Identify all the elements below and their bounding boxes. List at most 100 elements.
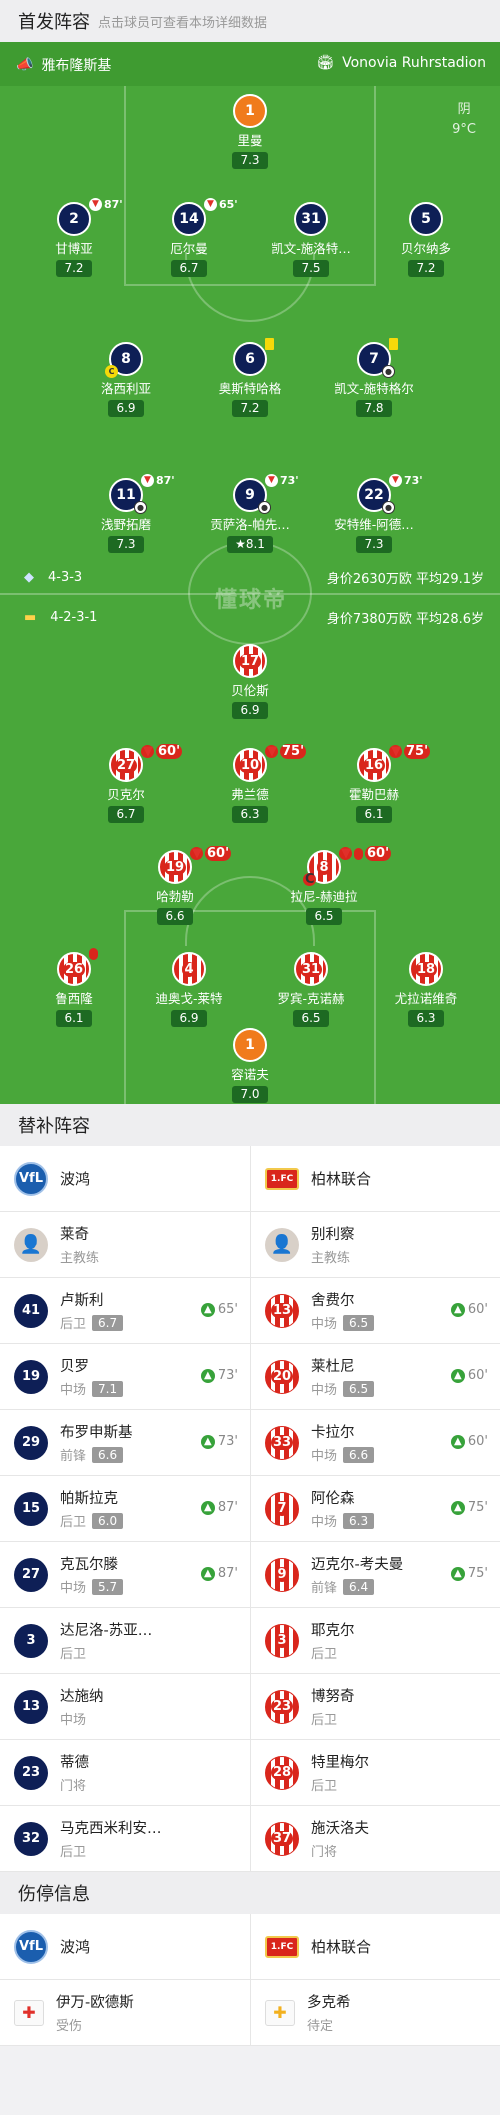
home-sub-player[interactable]: 32 马克西米利安… 后卫 [0,1806,250,1871]
sub-in-time: ▲ 65' [200,1302,238,1317]
player-position: 中场 [60,1713,87,1728]
sub-out-icon: ▼ [190,846,203,861]
player-rating: 6.1 [56,1010,92,1027]
pitch: 📣 雅布隆斯基 🏟 Vonovia Ruhrstadion 阴 9°C 懂球帝 ◆ 4… [0,42,500,1104]
sub-in-minute: 75' [467,1566,488,1581]
player-name: 莱杜尼 [311,1359,355,1375]
medical-kit-icon: ✚ [14,1999,44,2026]
away-sub-player[interactable]: 28 特里梅尔 后卫 [250,1740,500,1805]
sub-in-icon: ▲ [450,1302,465,1317]
player-position: 后卫 [311,1713,338,1728]
player-away-4[interactable]: 4 迪奥戈-莱特 6.9 [129,952,249,1027]
injury-home[interactable]: ✚ 伊万-欧德斯 受伤 [0,1980,250,2045]
shirt-number: 27 [114,757,138,773]
player-home-gk[interactable]: 1 里曼 7.3 [190,94,310,169]
player-away-gk[interactable]: 1 容诺夫 7.0 [190,1028,310,1103]
sub-in-time: ▲ 87' [200,1500,238,1515]
player-home-14[interactable]: 14 ▼ 65' 厄尔曼 6.7 [129,198,249,277]
player-home-2[interactable]: 2 ▼ 87' 甘博亚 7.2 [14,198,134,277]
home-sub-player[interactable]: 27 克瓦尔滕 中场 5.7 ▲ 87' [0,1542,250,1607]
player-name: 尤拉诺维奇 [394,991,458,1006]
home-sub-player[interactable]: 3 达尼洛-苏亚… 后卫 [0,1608,250,1673]
home-sub-player[interactable]: 15 帕斯拉克 后卫 6.0 ▲ 87' [0,1476,250,1541]
away-sub-player[interactable]: 9 迈克尔-考夫曼 前锋 6.4 ▲ 75' [250,1542,500,1607]
home-sub-player[interactable]: 29 布罗申斯基 前锋 6.6 ▲ 73' [0,1410,250,1475]
home-sub-player[interactable]: 19 贝罗 中场 7.1 ▲ 73' [0,1344,250,1409]
away-sub-player[interactable]: 23 博努奇 后卫 [250,1674,500,1739]
player-home-6[interactable]: 6 奥斯特哈格 7.2 [190,338,310,417]
shirt-number: 22 [364,487,384,503]
sub-out-icon: ▼ [389,474,402,487]
shirt-number-text: 9 [275,1567,289,1582]
home-avg-age: 平均29.1岁 [416,572,484,587]
home-sub-player[interactable]: 23 蒂德 门将 [0,1740,250,1805]
medical-kit-icon: ✚ [265,1999,295,2026]
shirt-number: 1 [233,1028,267,1062]
away-sub-player[interactable]: 33 卡拉尔 中场 6.6 ▲ 60' [250,1410,500,1475]
yellow-card-icon [389,338,398,350]
sub-in-icon: ▲ [200,1566,215,1581]
shirt-number: 11 [116,487,136,503]
sub-out-icon: ▼ [339,846,352,861]
shirt-number: 37 [265,1821,299,1856]
home-value: 身价2630万欧 [326,572,412,587]
sub-row: 32 马克西米利安… 后卫 37 施沃洛夫 门将 [0,1806,500,1872]
player-home-8[interactable]: 8C 洛西利亚 6.9 [66,342,186,417]
player-home-22[interactable]: 22 ▼ 73' ● 安特维-阿德… 7.3 [314,474,434,553]
away-sub-player[interactable]: 7 阿伦森 中场 6.3 ▲ 75' [250,1476,500,1541]
player-home-9[interactable]: 9 ▼ 73' ● 贡萨洛-帕先… ★8.1 [190,474,310,553]
home-coach[interactable]: 👤 莱奇 主教练 [0,1212,250,1277]
player-name: 施沃洛夫 [311,1821,369,1837]
player-name: 卡拉尔 [311,1425,355,1441]
shirt-number: 8 [317,859,331,875]
player-home-7[interactable]: 7 ● 凯文-施特格尔 7.8 [314,338,434,417]
player-rating: 6.0 [92,1512,124,1529]
away-crest-icon: ▬ [24,610,37,625]
shirt-number: 32 [14,1821,48,1856]
stadium-bar: 📣 雅布隆斯基 🏟 Vonovia Ruhrstadion [0,42,500,86]
home-sub-player[interactable]: 41 卢斯利 后卫 6.7 ▲ 65' [0,1278,250,1343]
player-rating: 7.2 [232,400,268,417]
away-sub-player[interactable]: 20 莱杜尼 中场 6.5 ▲ 60' [250,1344,500,1409]
away-sub-player[interactable]: 13 舍费尔 中场 6.5 ▲ 60' [250,1278,500,1343]
shirt-number: 9 [265,1557,299,1592]
player-away-18[interactable]: 18 尤拉诺维奇 6.3 [366,952,486,1027]
yellow-card-icon [354,847,363,860]
player-name: 罗宾-克诺赫 [277,991,345,1006]
coach-row: 👤 莱奇 主教练 👤 别利察 主教练 [0,1212,500,1278]
player-rating: 6.3 [408,1010,444,1027]
sub-minute: 60' [156,744,183,759]
player-away-31[interactable]: 31 罗宾-克诺赫 6.5 [251,952,371,1027]
player-away-16[interactable]: 16 ▼ 75' 霍勒巴赫 6.1 [314,744,434,823]
player-home-11[interactable]: 11 ▼ 87' ● 浅野拓磨 7.3 [66,474,186,553]
shirt-number: 8 [121,351,131,367]
injuries-list: VfL 波鸿 1.FC 柏林联合 ✚ 伊万-欧德斯 受伤 ✚ 多克希 待定 [0,1914,500,2046]
player-home-5[interactable]: 5 贝尔纳多 7.2 [366,202,486,277]
sub-row: 23 蒂德 门将 28 特里梅尔 后卫 [0,1740,500,1806]
player-position: 后卫 [60,1647,87,1662]
bochum-crest-icon: VfL [14,1161,48,1196]
shirt-number: 9 [245,487,255,503]
sub-out-icon: ▼ [204,198,217,211]
injured-player-name: 多克希 [307,1995,351,2011]
sub-minute: 60' [365,846,392,861]
player-away-27[interactable]: 27 ▼ 60' 贝克尔 6.7 [66,744,186,823]
player-name: 厄尔曼 [170,241,208,256]
away-coach[interactable]: 👤 别利察 主教练 [250,1212,500,1277]
player-away-10[interactable]: 10 ▼ 75' 弗兰德 6.3 [190,744,310,823]
sub-in-minute: 73' [217,1368,238,1383]
injury-away[interactable]: ✚ 多克希 待定 [250,1980,500,2045]
player-away-26[interactable]: 26 鲁西隆 6.1 [14,948,134,1027]
player-away-17[interactable]: 17 贝伦斯 6.9 [190,644,310,719]
away-sub-player[interactable]: 3 耶克尔 后卫 [250,1608,500,1673]
player-name: 安特维-阿德… [334,517,414,532]
player-name: 浅野拓磨 [100,517,151,532]
player-home-31[interactable]: 31 凯文-施洛特… 7.5 [251,202,371,277]
shirt-number: 23 [14,1755,48,1790]
player-position: 前锋 [311,1581,338,1596]
home-sub-player[interactable]: 13 达施纳 中场 [0,1674,250,1739]
stadium-name: Vonovia Ruhrstadion [342,55,486,71]
player-away-8[interactable]: 8 ▼ 60' C 拉尼-赫迪拉 6.5 [264,846,392,925]
player-away-19[interactable]: 19 ▼ 60' 哈勃勒 6.6 [115,846,235,925]
away-sub-player[interactable]: 37 施沃洛夫 门将 [250,1806,500,1871]
